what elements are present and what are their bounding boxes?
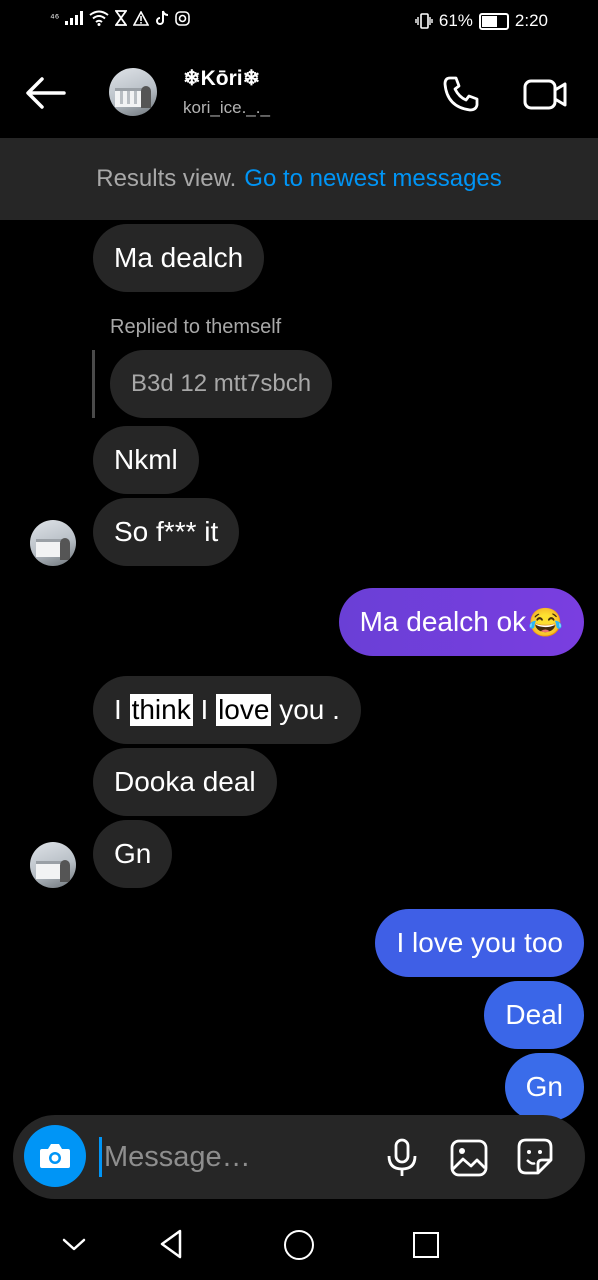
go-to-newest-link[interactable]: Go to newest messages: [244, 165, 501, 193]
message-text: Deal: [505, 999, 563, 1030]
message-text: Dooka deal: [114, 766, 256, 797]
message-incoming[interactable]: So f*** it: [93, 498, 240, 566]
results-view-text: Results view.: [96, 165, 237, 192]
battery-percent: 61%: [438, 11, 473, 30]
message-text: B3d 12 mtt7sbch: [131, 370, 312, 397]
message-outgoing[interactable]: Ma dealch ok 😂: [338, 588, 584, 656]
gallery-icon[interactable]: [449, 1138, 489, 1178]
network-label: ⁴⁶: [50, 12, 60, 24]
message-outgoing[interactable]: I love you too: [375, 909, 584, 977]
message-input[interactable]: [104, 1134, 364, 1180]
microphone-icon[interactable]: [384, 1138, 420, 1178]
message-text-a: I: [114, 694, 130, 725]
camera-button[interactable]: [24, 1125, 86, 1187]
text-cursor: [99, 1137, 102, 1177]
sender-avatar[interactable]: [30, 520, 76, 566]
message-incoming[interactable]: Nkml: [93, 426, 199, 494]
wifi-icon: [89, 10, 109, 26]
nav-back-icon[interactable]: [158, 1228, 184, 1260]
sender-avatar[interactable]: [30, 842, 76, 888]
message-text: Gn: [114, 838, 152, 869]
nav-home-icon[interactable]: [284, 1230, 314, 1260]
reply-label: Replied to themself: [110, 316, 282, 338]
message-text: I love you too: [396, 927, 563, 958]
message-outgoing[interactable]: Gn: [504, 1053, 584, 1121]
nav-recents-icon[interactable]: [413, 1232, 439, 1258]
avatar[interactable]: [109, 68, 157, 116]
message-text: Nkml: [114, 444, 178, 475]
replied-message[interactable]: B3d 12 mtt7sbch: [110, 350, 333, 418]
message-text-b: I: [192, 694, 217, 725]
message-text: So f*** it: [114, 516, 219, 547]
back-arrow-icon[interactable]: [24, 75, 68, 111]
status-bar: ⁴⁶ 61% 2:20: [0, 0, 598, 44]
camera-icon: [40, 1144, 70, 1168]
hide-keyboard-icon[interactable]: [60, 1232, 88, 1256]
message-incoming[interactable]: Ma dealch: [93, 224, 265, 292]
vibrate-icon: [415, 13, 433, 29]
message-text: Gn: [525, 1071, 563, 1102]
highlighted-word: think: [129, 694, 193, 726]
message-outgoing[interactable]: Deal: [484, 981, 584, 1049]
phone-icon[interactable]: [441, 74, 481, 114]
sticker-icon[interactable]: [514, 1136, 556, 1178]
message-text: Ma dealch ok: [359, 606, 527, 637]
reply-bar: [92, 350, 95, 418]
battery-icon: [478, 12, 509, 30]
status-right: 61% 2:20: [415, 11, 548, 31]
status-left-icons: ⁴⁶: [50, 10, 191, 26]
contact-name[interactable]: ❄Kōri❄: [183, 66, 260, 91]
video-call-icon[interactable]: [522, 74, 568, 114]
message-incoming[interactable]: I think I love you .: [93, 676, 361, 744]
message-incoming[interactable]: Gn: [93, 820, 173, 888]
message-text-c: you .: [271, 694, 340, 725]
warning-icon: [133, 10, 150, 26]
contact-handle[interactable]: kori_ice._._: [183, 98, 270, 118]
laughing-emoji: 😂: [528, 606, 563, 638]
highlighted-word: love: [216, 694, 272, 726]
instagram-icon: [175, 10, 191, 26]
hourglass-icon: [115, 10, 128, 26]
tiktok-icon: [156, 10, 169, 25]
signal-icon: [65, 11, 84, 25]
message-incoming[interactable]: Dooka deal: [93, 748, 277, 816]
message-text: Ma dealch: [114, 242, 244, 273]
results-banner: Results view. Go to newest messages: [0, 138, 598, 220]
clock: 2:20: [514, 11, 548, 30]
